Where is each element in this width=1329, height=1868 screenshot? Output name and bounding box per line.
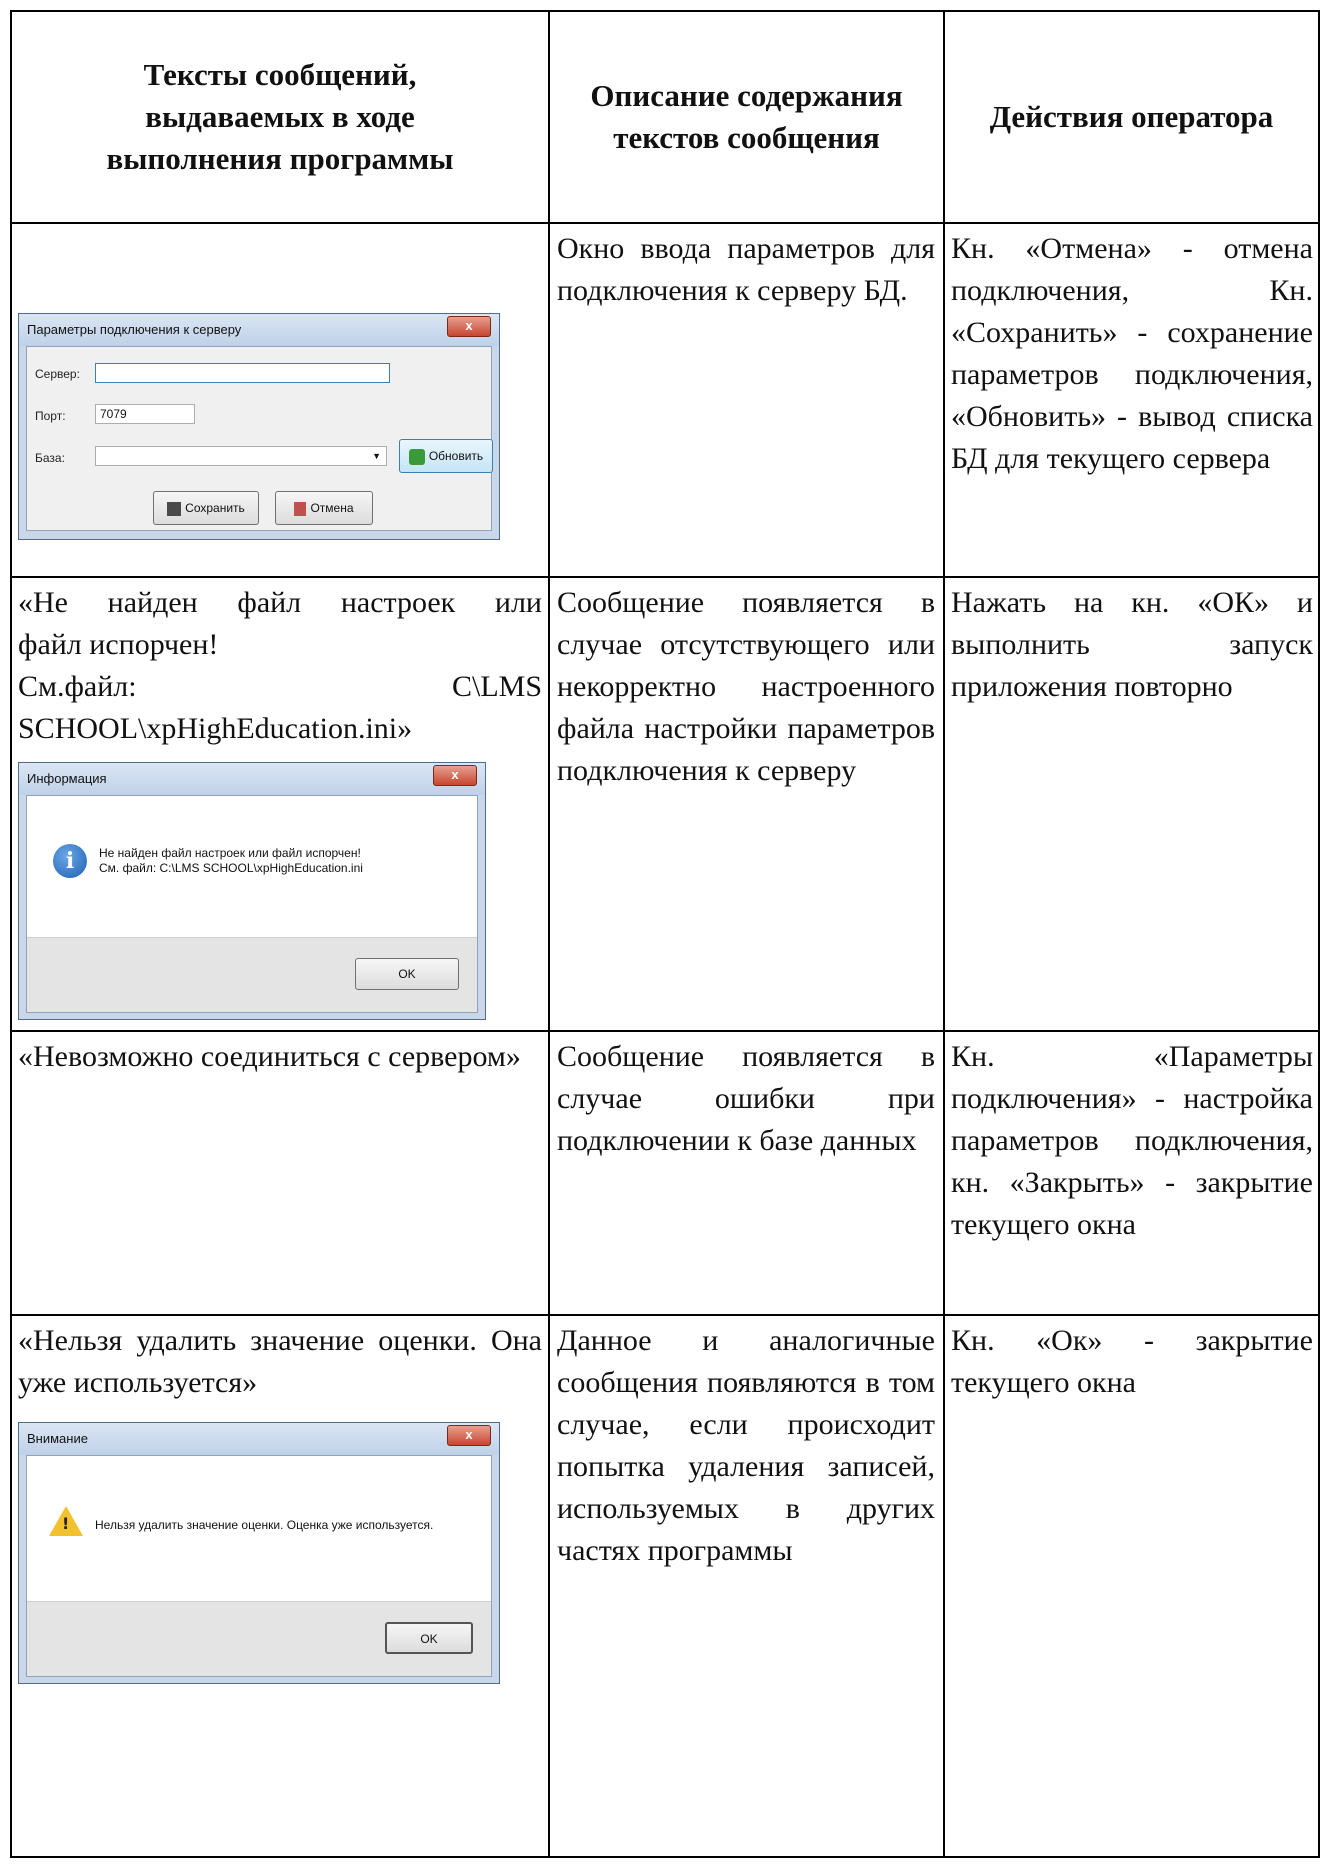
warning-exclamation: ! xyxy=(62,1514,70,1533)
port-label: Порт: xyxy=(35,409,66,423)
message-line-part: C\LMS xyxy=(451,670,542,703)
row-divider xyxy=(10,1030,1320,1032)
info-message-line: Не найден файл настроек или файл испорче… xyxy=(99,846,361,860)
info-message-line: См. файл: C:\LMS SCHOOL\xpHighEducation.… xyxy=(99,861,363,875)
header-description: Описание содержания текстов сообщения xyxy=(590,78,903,155)
exit-icon xyxy=(294,501,307,516)
description-text: Сообщение появляется в случае отсутствую… xyxy=(557,586,935,787)
dialog-title: Параметры подключения к серверу xyxy=(19,314,499,346)
port-input[interactable]: 7079 xyxy=(95,404,195,424)
refresh-button[interactable]: Обновить xyxy=(399,439,493,473)
ok-button[interactable]: OK xyxy=(355,958,459,990)
row-divider xyxy=(10,576,1320,578)
header-operator-actions: Действия оператора xyxy=(989,99,1274,134)
message-line: SCHOOL\xpHighEducation.ini» xyxy=(18,712,413,745)
info-message: Не найден файл настроек или файл испорче… xyxy=(99,846,363,876)
save-label: Сохранить xyxy=(185,501,245,515)
cancel-button[interactable]: Отмена xyxy=(275,491,373,525)
message-line: файл испорчен! xyxy=(18,628,219,661)
message-line: См.файл: C\LMS xyxy=(18,666,542,708)
info-dialog-screenshot: Информация x i Не найден файл настроек и… xyxy=(18,762,486,1020)
operator-action-text: Кн. «Отмена» - отмена подключения, Кн. «… xyxy=(951,232,1313,475)
server-input[interactable] xyxy=(95,363,390,383)
table-border-left xyxy=(10,10,12,1858)
description-text: Сообщение появляется в случае ошибки при… xyxy=(557,1040,935,1157)
refresh-icon xyxy=(408,448,425,465)
message-text: «Невозможно соединиться с сервером» xyxy=(18,1040,521,1073)
operator-action-text: Кн. «Ок» - закрытие текущего окна xyxy=(951,1324,1313,1399)
floppy-disk-icon xyxy=(167,501,182,516)
dialog-title: Внимание xyxy=(19,1423,499,1455)
ok-button[interactable]: OK xyxy=(385,1622,473,1654)
cancel-label: Отмена xyxy=(310,501,354,515)
operator-action-text: Нажать на кн. «ОК» и выполнить запуск пр… xyxy=(951,586,1313,703)
column-divider xyxy=(943,10,945,1858)
description-text: Окно ввода параметров для подключения к … xyxy=(557,232,935,307)
message-line: «Не найден файл настроек или xyxy=(18,586,542,619)
chevron-down-icon: ▼ xyxy=(372,451,381,461)
connection-dialog-screenshot: Параметры подключения к серверу x Сервер… xyxy=(18,313,500,540)
info-icon: i xyxy=(53,844,87,878)
message-line-part: См.файл: xyxy=(18,670,137,703)
close-icon[interactable]: x xyxy=(447,1425,491,1446)
close-icon[interactable]: x xyxy=(447,316,491,337)
table-border-right xyxy=(1318,10,1320,1858)
warning-dialog-screenshot: Внимание x ! Нельзя удалить значение оце… xyxy=(18,1422,500,1684)
refresh-label: Обновить xyxy=(428,449,484,463)
row-divider xyxy=(10,1314,1320,1316)
table-border-bottom xyxy=(10,1856,1320,1858)
operator-action-text: Кн. «Параметры подключения» - настройка … xyxy=(951,1040,1313,1241)
base-label: База: xyxy=(35,451,65,465)
message-text: «Не найден файл настроек или файл испорч… xyxy=(18,582,542,750)
close-icon[interactable]: x xyxy=(433,765,477,786)
header-messages: Тексты сообщений, выдаваемых в ходе выпо… xyxy=(106,57,454,176)
message-text: «Нельзя удалить значение оценки. Она уже… xyxy=(18,1324,542,1399)
save-button[interactable]: Сохранить xyxy=(153,491,259,525)
server-label: Сервер: xyxy=(35,367,80,381)
row-divider xyxy=(10,222,1320,224)
description-text: Данное и аналогичные сообщения появляютс… xyxy=(557,1324,935,1567)
warning-message: Нельзя удалить значение оценки. Оценка у… xyxy=(95,1518,434,1532)
dialog-title: Информация xyxy=(19,763,485,795)
base-select[interactable]: ▼ xyxy=(95,446,387,466)
column-divider xyxy=(548,10,550,1858)
